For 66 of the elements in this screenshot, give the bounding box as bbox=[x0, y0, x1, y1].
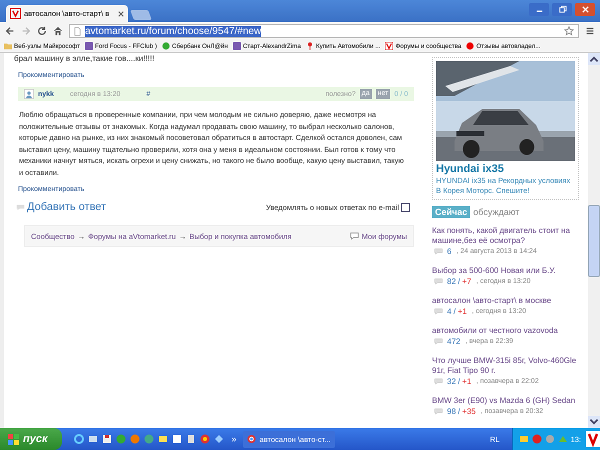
address-bar[interactable]: avtomarket.ru/forum/choose/9547/#new bbox=[69, 24, 579, 38]
topic-link[interactable]: BMW 3er (E90) vs Mazda 6 (GH) Sedan bbox=[432, 396, 579, 406]
browser-icon[interactable] bbox=[74, 434, 84, 444]
topic-link[interactable]: Как понять, какой двигатель стоит на машине,без её осмотра? bbox=[432, 226, 579, 246]
section-title: обсуждают bbox=[473, 207, 520, 217]
comment-icon bbox=[434, 408, 443, 415]
reply-count: 32 bbox=[447, 377, 456, 386]
close-icon[interactable] bbox=[118, 10, 124, 16]
count-separator: / bbox=[458, 277, 460, 286]
new-tab-button[interactable] bbox=[130, 10, 152, 20]
avatar-icon bbox=[24, 89, 34, 99]
reply-count: 472 bbox=[447, 337, 460, 346]
reply-count: 6 bbox=[447, 247, 452, 256]
document-icon[interactable] bbox=[186, 434, 196, 444]
comment-icon bbox=[434, 338, 443, 345]
reply-count: 82 bbox=[447, 277, 456, 286]
comment-icon bbox=[350, 232, 359, 240]
topic-link[interactable]: Что лучше BMW-315i 85г, Volvo-460Gle 91г, Fiat Tipo 90 г. bbox=[432, 356, 579, 376]
post-text: брал машину в элле,такие гов....ки!!!!! bbox=[14, 53, 156, 64]
topic-link[interactable]: автомобили от честного vazovoda bbox=[432, 326, 579, 336]
reload-icon[interactable] bbox=[37, 26, 47, 36]
restore-icon bbox=[558, 5, 566, 14]
site-icon bbox=[85, 42, 93, 50]
restore-button[interactable] bbox=[552, 3, 572, 16]
pin-icon bbox=[306, 42, 314, 50]
scrollbar-thumb[interactable] bbox=[588, 205, 600, 277]
star-icon[interactable] bbox=[564, 26, 574, 36]
close-button[interactable] bbox=[575, 3, 595, 16]
new-replies-count: +7 bbox=[462, 277, 472, 286]
topic-link[interactable]: автосалон \авто-старт\ в москве bbox=[432, 296, 579, 306]
site-logo-icon[interactable] bbox=[586, 431, 600, 447]
topic-link[interactable]: Выбор за 500-600 Новая или Б.У. bbox=[432, 266, 579, 276]
dot-icon bbox=[466, 42, 474, 50]
comment-icon bbox=[434, 248, 443, 255]
folder-icon bbox=[4, 42, 12, 50]
now-badge: Сейчас bbox=[432, 206, 470, 218]
comment-icon bbox=[16, 204, 25, 210]
minimize-button[interactable] bbox=[529, 3, 549, 16]
reply-count: 4 bbox=[447, 307, 452, 316]
site-logo-icon bbox=[10, 8, 21, 19]
comment-icon bbox=[434, 378, 443, 385]
count-separator: / bbox=[453, 307, 456, 316]
new-replies-count: +35 bbox=[462, 407, 476, 416]
menu-icon[interactable] bbox=[585, 26, 595, 36]
comment-icon bbox=[434, 278, 443, 285]
more-button[interactable]: » bbox=[232, 434, 237, 444]
site-icon bbox=[232, 42, 241, 50]
diamond-icon[interactable] bbox=[214, 434, 224, 444]
reply-count: 98 bbox=[447, 407, 456, 416]
checkbox[interactable] bbox=[401, 202, 410, 212]
add-reply-link[interactable]: Добавить ответ bbox=[16, 201, 106, 213]
page-icon bbox=[74, 26, 81, 36]
scroll-down-icon[interactable] bbox=[588, 416, 600, 428]
count-separator: / bbox=[458, 377, 460, 386]
scroll-up-icon[interactable] bbox=[588, 53, 600, 65]
new-replies-count: +1 bbox=[462, 377, 472, 386]
close-icon bbox=[580, 5, 590, 14]
desktop-icon[interactable] bbox=[88, 434, 98, 444]
new-replies-count: +1 bbox=[458, 307, 467, 316]
home-icon[interactable] bbox=[53, 26, 63, 36]
count-separator: / bbox=[458, 407, 460, 416]
windows-logo-icon bbox=[8, 434, 19, 444]
back-icon[interactable] bbox=[5, 26, 15, 36]
start-button[interactable]: пуск bbox=[0, 428, 62, 450]
comment-icon bbox=[434, 308, 443, 315]
ad-title-link[interactable]: Hyundai ix35 bbox=[436, 163, 575, 175]
